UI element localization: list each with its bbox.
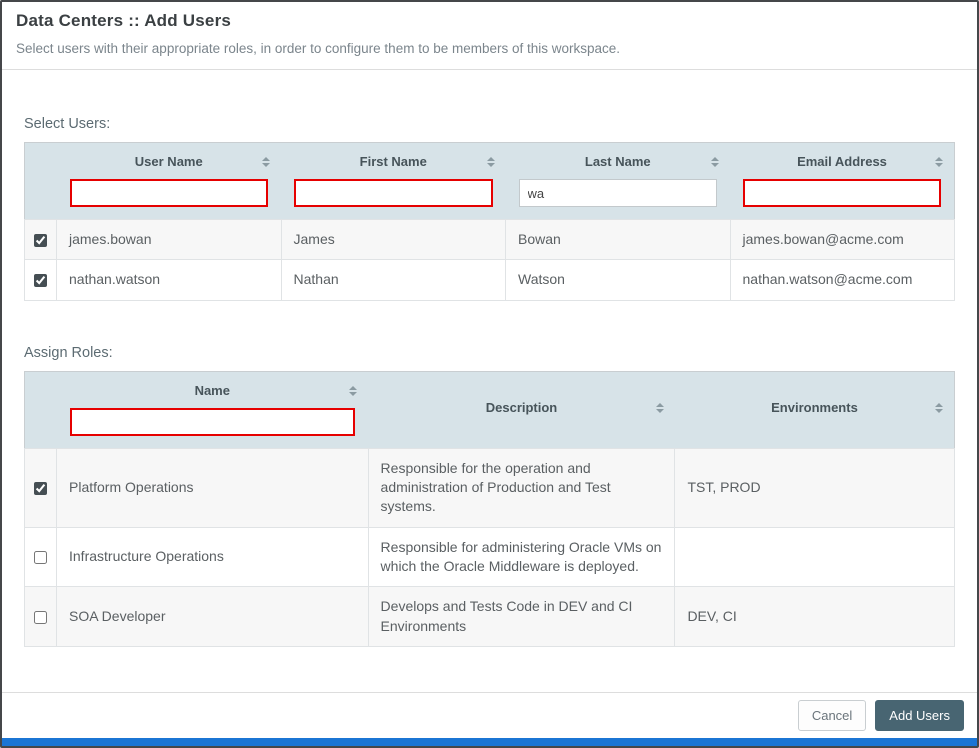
role-environments-cell: DEV, CI [675,587,955,647]
roles-table: Name Description Environments [24,371,955,647]
lastname-filter-input[interactable] [519,179,718,207]
select-users-label: Select Users: [24,116,955,132]
email-column-label: Email Address [797,154,887,169]
sort-icon[interactable] [349,386,357,396]
email-header-label-wrap: Email Address [743,154,941,170]
role-description-cell: Develops and Tests Code in DEV and CI En… [368,587,675,647]
user-checkbox-cell [25,220,57,260]
assign-roles-label: Assign Roles: [24,345,955,361]
users-checkbox-column-header [25,143,57,220]
dialog-header: Data Centers :: Add Users Select users w… [2,2,977,69]
users-column-header-username[interactable]: User Name [57,143,282,220]
role-table-row: SOA Developer Develops and Tests Code in… [25,587,955,647]
user-table-row: james.bowan James Bowan james.bowan@acme… [25,220,955,260]
roles-checkbox-column-header [25,371,57,448]
users-column-header-firstname[interactable]: First Name [281,143,506,220]
page-title: Data Centers :: Add Users [16,11,963,31]
lastname-header-label-wrap: Last Name [519,154,718,170]
role-table-row: Infrastructure Operations Responsible fo… [25,527,955,587]
description-header-label-wrap: Description [381,400,662,416]
role-row-checkbox[interactable] [34,551,47,564]
users-column-header-lastname[interactable]: Last Name [506,143,731,220]
role-row-checkbox[interactable] [34,482,47,495]
email-filter-input[interactable] [743,179,941,207]
environments-column-label: Environments [771,400,858,415]
lastname-column-label: Last Name [585,154,651,169]
role-name-column-label: Name [195,383,230,398]
user-lastname-cell: Bowan [506,220,731,260]
role-description-cell: Responsible for administering Oracle VMs… [368,527,675,587]
user-checkbox-cell [25,260,57,300]
role-environments-cell: TST, PROD [675,448,955,527]
environments-header-label-wrap: Environments [688,400,941,416]
users-column-header-email[interactable]: Email Address [730,143,955,220]
sort-icon[interactable] [262,157,270,167]
role-checkbox-cell [25,527,57,587]
user-table-row: nathan.watson Nathan Watson nathan.watso… [25,260,955,300]
firstname-header-label-wrap: First Name [294,154,493,170]
role-name-cell: SOA Developer [57,587,369,647]
username-filter-input[interactable] [70,179,269,207]
bottom-accent-bar [2,738,977,746]
firstname-column-label: First Name [360,154,427,169]
role-name-cell: Platform Operations [57,448,369,527]
roles-column-header-description[interactable]: Description [368,371,675,448]
user-email-cell: james.bowan@acme.com [730,220,955,260]
dialog-footer: Cancel Add Users [2,692,977,738]
user-username-cell: james.bowan [57,220,282,260]
username-header-label-wrap: User Name [70,154,269,170]
sort-icon[interactable] [935,157,943,167]
dialog-content: Select Users: User Name [2,116,977,647]
sort-icon[interactable] [935,403,943,413]
header-divider [2,69,977,70]
sort-icon[interactable] [656,403,664,413]
role-name-header-label-wrap: Name [70,383,356,399]
sort-icon[interactable] [711,157,719,167]
username-column-label: User Name [135,154,203,169]
users-table: User Name First Name [24,142,955,301]
users-header-row: User Name First Name [25,143,955,220]
user-row-checkbox[interactable] [34,234,47,247]
role-table-row: Platform Operations Responsible for the … [25,448,955,527]
role-name-cell: Infrastructure Operations [57,527,369,587]
user-firstname-cell: James [281,220,506,260]
firstname-filter-input[interactable] [294,179,493,207]
roles-header-row: Name Description Environments [25,371,955,448]
roles-column-header-environments[interactable]: Environments [675,371,955,448]
user-username-cell: nathan.watson [57,260,282,300]
role-row-checkbox[interactable] [34,611,47,624]
page-subtitle: Select users with their appropriate role… [16,41,963,69]
add-users-button[interactable]: Add Users [875,700,964,731]
sort-icon[interactable] [487,157,495,167]
user-row-checkbox[interactable] [34,274,47,287]
role-checkbox-cell [25,448,57,527]
user-email-cell: nathan.watson@acme.com [730,260,955,300]
role-description-cell: Responsible for the operation and admini… [368,448,675,527]
role-name-filter-input[interactable] [70,408,356,436]
cancel-button[interactable]: Cancel [798,700,866,731]
role-environments-cell [675,527,955,587]
roles-column-header-name[interactable]: Name [57,371,369,448]
role-checkbox-cell [25,587,57,647]
user-lastname-cell: Watson [506,260,731,300]
add-users-dialog: Data Centers :: Add Users Select users w… [0,0,979,748]
user-firstname-cell: Nathan [281,260,506,300]
description-column-label: Description [486,400,558,415]
